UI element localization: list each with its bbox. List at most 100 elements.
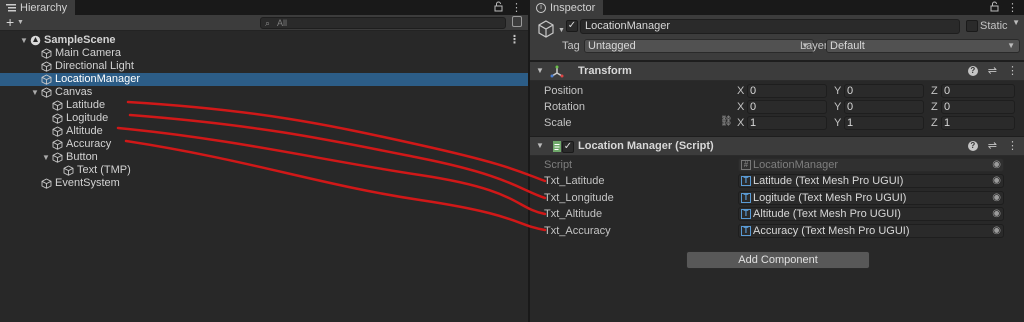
more-menu-icon[interactable]: ⋮ (1007, 64, 1018, 77)
expand-arrow-icon[interactable]: ▼ (31, 86, 39, 99)
tab-hierarchy[interactable]: Hierarchy (0, 0, 76, 15)
layer-select[interactable]: Default ▼ (826, 39, 1020, 53)
search-icon: ⌕ (265, 18, 271, 28)
axis-label-y[interactable]: Y (834, 101, 841, 113)
tag-select[interactable]: Untagged ▼ (584, 39, 814, 53)
inspector-panel: i Inspector ⋮ ▼ ✓ LocationManager Static… (530, 0, 1024, 322)
scale-x-field[interactable]: 1 (747, 116, 827, 130)
transform-title: Transform (578, 65, 632, 77)
active-checkbox[interactable]: ✓ (566, 20, 578, 32)
axis-label-z[interactable]: Z (931, 101, 938, 113)
lock-icon[interactable] (990, 1, 999, 15)
hierarchy-item[interactable]: Text (TMP) (0, 164, 528, 177)
collapse-arrow-icon[interactable]: ▼ (536, 66, 544, 75)
gameobject-cube-icon (63, 165, 74, 176)
axis-label-x[interactable]: X (737, 101, 744, 113)
gameobject-cube-icon (52, 152, 63, 163)
chevron-down-icon[interactable]: ▼ (558, 27, 565, 34)
object-reference-field[interactable]: T Logitude (Text Mesh Pro UGUI) ◉ (738, 190, 1004, 205)
add-component-button[interactable]: Add Component (686, 251, 870, 269)
rotation-z-field[interactable]: 0 (941, 100, 1015, 114)
hierarchy-item[interactable]: LocationManager (0, 73, 528, 86)
hierarchy-item-label: EventSystem (55, 177, 120, 189)
object-picker-icon[interactable]: ◉ (992, 225, 1001, 237)
object-reference-value: Latitude (Text Mesh Pro UGUI) (753, 175, 904, 187)
hierarchy-item-label: Canvas (55, 86, 93, 98)
hierarchy-item[interactable]: Main Camera (0, 47, 528, 60)
script-component-header[interactable]: ▼ ✓ Location Manager (Script) ? ⇌ ⋮ (530, 136, 1024, 156)
gameobject-cube-icon (536, 19, 556, 39)
hierarchy-item[interactable]: Accuracy (0, 138, 528, 151)
hierarchy-item-label: Accuracy (66, 138, 112, 150)
search-placeholder: All (277, 18, 288, 28)
hierarchy-item[interactable]: Altitude (0, 125, 528, 138)
more-menu-icon[interactable]: ⋮ (1007, 139, 1018, 152)
help-icon[interactable]: ? (967, 141, 978, 151)
add-button[interactable]: + (6, 15, 14, 30)
more-menu-icon[interactable]: ⋮ (511, 1, 522, 15)
hierarchy-item-label: Button (66, 151, 98, 163)
chevron-down-icon[interactable]: ▼ (17, 19, 24, 26)
tab-hierarchy-label: Hierarchy (20, 1, 68, 14)
hierarchy-item[interactable]: Directional Light (0, 60, 528, 73)
scene-row[interactable]: ▼ SampleScene ⋮ (0, 34, 528, 47)
axis-label-x[interactable]: X (737, 117, 744, 129)
axis-label-z[interactable]: Z (931, 85, 938, 97)
hierarchy-item-label: SampleScene (44, 34, 116, 46)
script-label: Script (544, 159, 573, 171)
static-dropdown-icon[interactable]: ▼ (1012, 18, 1020, 27)
gameobject-cube-icon (41, 87, 52, 98)
hierarchy-item-label: LocationManager (55, 73, 141, 85)
scene-visibility-icon[interactable] (512, 16, 522, 27)
script-field-label: Txt_Latitude (544, 175, 605, 187)
hierarchy-item[interactable]: EventSystem (0, 177, 528, 190)
hierarchy-item[interactable]: ▼ Canvas (0, 86, 528, 99)
hierarchy-item-label: Directional Light (55, 60, 134, 72)
search-input[interactable]: ⌕ All (260, 17, 506, 29)
settings-sliders-icon[interactable]: ⇌ (988, 64, 997, 77)
position-z-field[interactable]: 0 (941, 84, 1015, 98)
more-menu-icon[interactable]: ⋮ (509, 34, 520, 47)
hierarchy-item[interactable]: Logitude (0, 112, 528, 125)
textmeshpro-icon: T (741, 225, 751, 236)
hierarchy-item[interactable]: ▼ Button (0, 151, 528, 164)
rotation-y-field[interactable]: 0 (844, 100, 924, 114)
object-reference-value: Altitude (Text Mesh Pro UGUI) (753, 208, 901, 220)
axis-label-z[interactable]: Z (931, 117, 938, 129)
object-picker-icon[interactable]: ◉ (992, 192, 1001, 204)
object-name-field[interactable]: LocationManager (580, 19, 960, 34)
object-picker-icon[interactable]: ◉ (992, 175, 1001, 187)
settings-sliders-icon[interactable]: ⇌ (988, 139, 997, 152)
hierarchy-item[interactable]: Latitude (0, 99, 528, 112)
object-reference-field[interactable]: T Accuracy (Text Mesh Pro UGUI) ◉ (738, 223, 1004, 238)
link-icon[interactable]: ⛓ (720, 116, 733, 127)
component-enabled-checkbox[interactable]: ✓ (562, 141, 574, 153)
hierarchy-item-label: Text (TMP) (77, 164, 131, 176)
object-reference-field[interactable]: T Latitude (Text Mesh Pro UGUI) ◉ (738, 174, 1004, 188)
gameobject-cube-icon (41, 48, 52, 59)
position-x-field[interactable]: 0 (747, 84, 827, 98)
transform-header[interactable]: ▼ Transform ? ⇌ ⋮ (530, 61, 1024, 81)
object-reference-field[interactable]: T Altitude (Text Mesh Pro UGUI) ◉ (738, 207, 1004, 221)
help-icon[interactable]: ? (967, 66, 978, 76)
gameobject-cube-icon (52, 126, 63, 137)
list-icon (6, 3, 16, 12)
tag-value: Untagged (588, 40, 636, 52)
static-checkbox[interactable] (966, 20, 978, 32)
axis-label-y[interactable]: Y (834, 117, 841, 129)
position-y-field[interactable]: 0 (844, 84, 924, 98)
tab-inspector[interactable]: i Inspector (530, 0, 604, 15)
scale-y-field[interactable]: 1 (844, 116, 924, 130)
object-picker-icon[interactable]: ◉ (992, 208, 1001, 220)
expand-arrow-icon[interactable]: ▼ (20, 34, 28, 47)
axis-label-y[interactable]: Y (834, 85, 841, 97)
lock-icon[interactable] (494, 1, 503, 15)
collapse-arrow-icon[interactable]: ▼ (536, 141, 544, 150)
script-field-label: Txt_Accuracy (544, 224, 611, 237)
expand-arrow-icon[interactable]: ▼ (42, 151, 50, 164)
more-menu-icon[interactable]: ⋮ (1007, 1, 1018, 15)
object-picker-icon[interactable]: ◉ (992, 159, 1001, 171)
scale-z-field[interactable]: 1 (941, 116, 1015, 130)
axis-label-x[interactable]: X (737, 85, 744, 97)
rotation-x-field[interactable]: 0 (747, 100, 827, 114)
